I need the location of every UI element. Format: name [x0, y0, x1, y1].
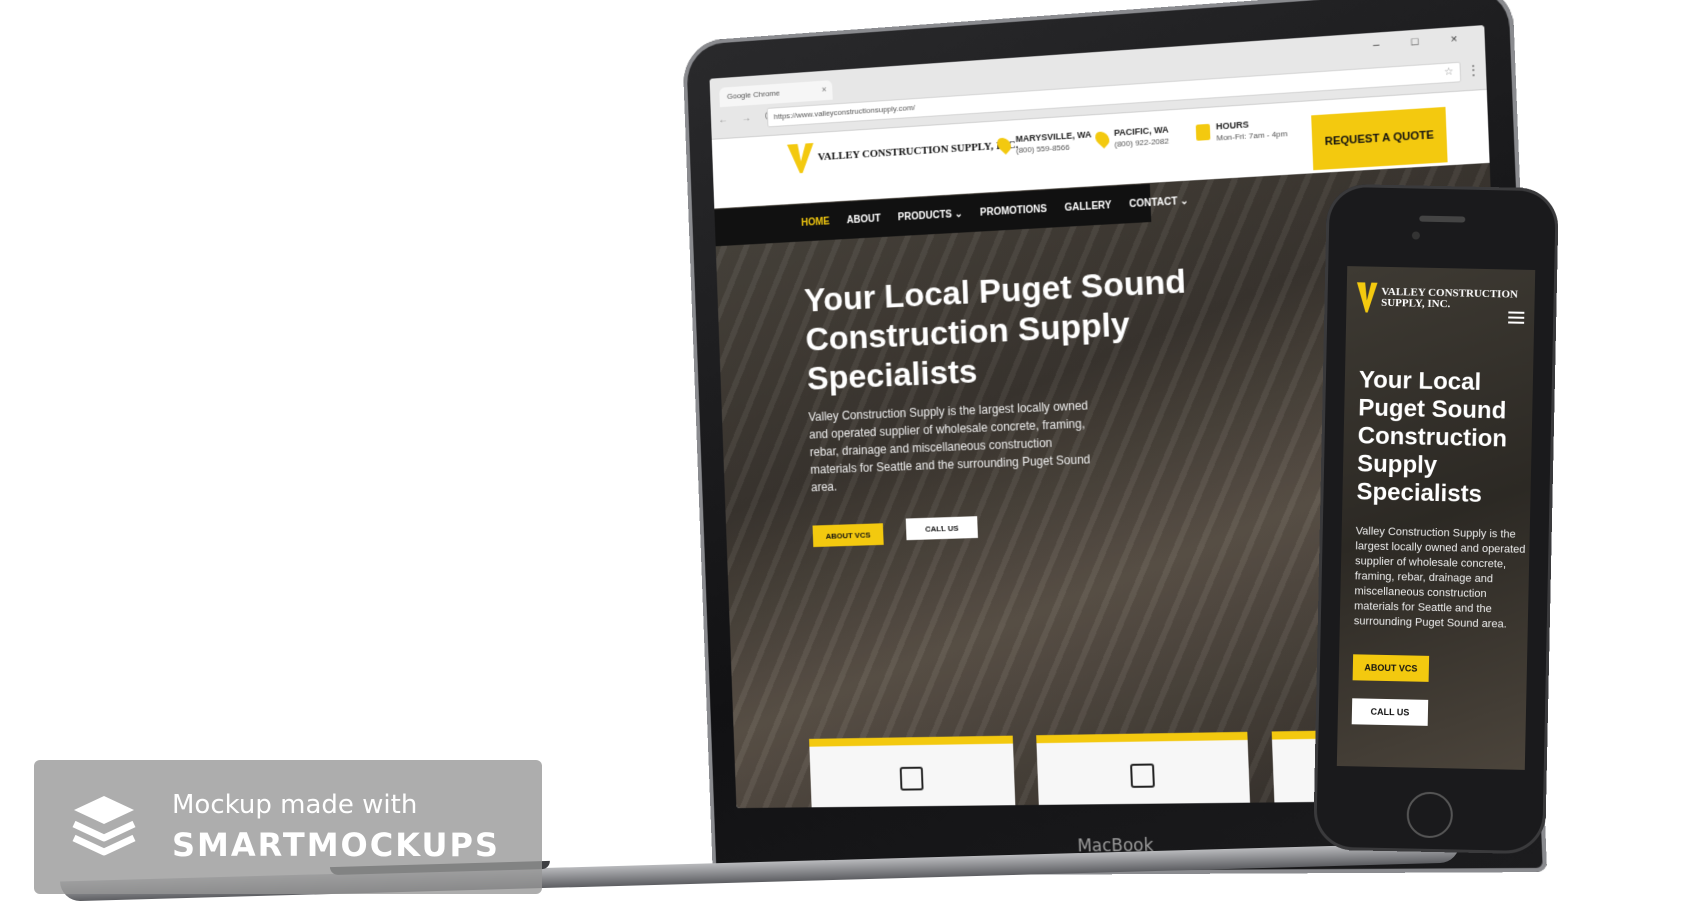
- request-quote-button[interactable]: REQUEST A QUOTE: [1311, 107, 1447, 170]
- phone-mockup: VALLEY CONSTRUCTION SUPPLY, INC. Your Lo…: [1313, 184, 1559, 855]
- phone-home-button[interactable]: [1406, 791, 1453, 838]
- watermark-line2: SMARTMOCKUPS: [172, 826, 500, 864]
- watermark-line1: Mockup made with: [172, 790, 417, 820]
- nav-about[interactable]: ABOUT: [847, 213, 881, 226]
- nav-promotions[interactable]: PROMOTIONS: [980, 203, 1047, 218]
- phone-camera-icon: [1412, 231, 1420, 239]
- phone-screen: VALLEY CONSTRUCTION SUPPLY, INC. Your Lo…: [1337, 266, 1535, 770]
- smartmockups-watermark: Mockup made with SMARTMOCKUPS: [34, 760, 542, 894]
- browser-menu-icon[interactable]: ⋮: [1467, 62, 1480, 77]
- layers-icon: [68, 790, 140, 862]
- service-card[interactable]: [1036, 732, 1250, 805]
- browser-tab[interactable]: Google Chrome ×: [719, 80, 833, 107]
- hamburger-menu-icon[interactable]: [1508, 311, 1524, 323]
- location-title: PACIFIC, WA: [1114, 124, 1169, 137]
- address-url: https://www.valleyconstructionsupply.com…: [774, 103, 916, 121]
- nav-gallery[interactable]: GALLERY: [1064, 200, 1111, 214]
- location-phone[interactable]: (800) 559-8566: [1016, 141, 1092, 155]
- logo-text: VALLEY CONSTRUCTION SUPPLY, INC.: [818, 140, 1019, 162]
- phone-about-vcs-button[interactable]: ABOUT VCS: [1353, 654, 1430, 682]
- logo-v-icon: [787, 143, 815, 174]
- nav-home[interactable]: HOME: [801, 216, 830, 228]
- compactor-icon: [1130, 763, 1155, 787]
- clipboard-icon: [900, 767, 924, 791]
- phone-speaker: [1419, 216, 1465, 223]
- phone-hero-title: Your Local Puget Sound Construction Supp…: [1356, 366, 1529, 510]
- calendar-icon: [1196, 124, 1211, 141]
- logo-v-icon: [1356, 282, 1377, 312]
- hero-description: Valley Construction Supply is the larges…: [808, 396, 1101, 496]
- phone-hero-description: Valley Construction Supply is the larges…: [1354, 524, 1526, 633]
- service-card[interactable]: [809, 736, 1015, 808]
- bookmark-star-icon[interactable]: ☆: [1444, 63, 1454, 82]
- site-logo[interactable]: VALLEY CONSTRUCTION SUPPLY, INC.: [787, 130, 1019, 174]
- location-pin-icon: [1092, 129, 1112, 149]
- location-marysville: MARYSVILLE, WA (800) 559-8566: [998, 129, 1092, 156]
- location-pacific: PACIFIC, WA (800) 922-2082: [1096, 124, 1169, 150]
- hours-text: Mon-Fri: 7am - 4pm: [1216, 129, 1288, 143]
- tab-close-icon[interactable]: ×: [821, 84, 826, 94]
- hours-block: HOURS Mon-Fri: 7am - 4pm: [1196, 117, 1288, 144]
- hero-title: Your Local Puget Sound Construction Supp…: [803, 259, 1237, 399]
- browser-tab-title: Google Chrome: [727, 89, 780, 101]
- about-vcs-button[interactable]: ABOUT VCS: [813, 523, 884, 547]
- phone-call-us-button[interactable]: CALL US: [1352, 698, 1429, 726]
- nav-products[interactable]: PRODUCTS ⌄: [898, 208, 963, 223]
- phone-logo-text: VALLEY CONSTRUCTION SUPPLY, INC.: [1381, 287, 1535, 312]
- call-us-button[interactable]: CALL US: [906, 516, 978, 540]
- window-controls[interactable]: – □ ×: [1373, 32, 1473, 51]
- location-phone[interactable]: (800) 922-2082: [1114, 136, 1169, 148]
